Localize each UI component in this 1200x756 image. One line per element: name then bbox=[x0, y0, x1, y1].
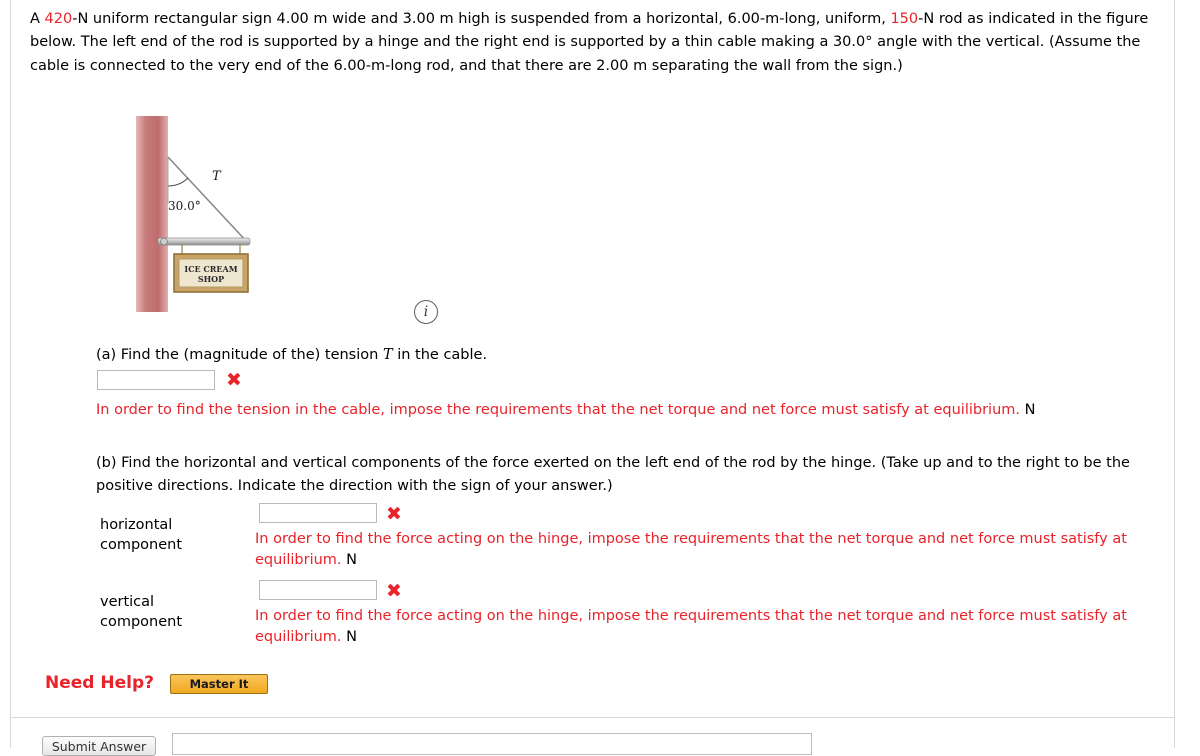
need-help-label: Need Help? bbox=[45, 673, 154, 693]
part-a-prompt-post: in the cable. bbox=[392, 347, 488, 363]
figure-sign-on-rod: ICE CREAM SHOP T 30.0° bbox=[100, 116, 480, 328]
problem-value-weight-rod: 150 bbox=[890, 11, 919, 27]
vertical-component-input[interactable] bbox=[259, 580, 377, 600]
horizontal-incorrect-icon: ✖ bbox=[386, 503, 402, 525]
problem-seg-0: A bbox=[30, 11, 45, 27]
horizontal-unit: N bbox=[346, 552, 357, 569]
hinge bbox=[160, 237, 168, 246]
horizontal-component-feedback: In order to find the force acting on the… bbox=[255, 529, 1155, 571]
part-a-feedback: In order to find the tension in the cabl… bbox=[96, 400, 1156, 421]
vertical-incorrect-icon: ✖ bbox=[386, 580, 402, 602]
master-it-button[interactable]: Master It bbox=[170, 674, 268, 694]
part-a-prompt-pre: (a) Find the (magnitude of the) tension bbox=[96, 347, 383, 363]
right-border-rule bbox=[1174, 0, 1175, 748]
part-a-prompt: (a) Find the (magnitude of the) tension … bbox=[96, 347, 487, 363]
sign-text-line1: ICE CREAM bbox=[184, 264, 237, 274]
problem-page: A 420-N uniform rectangular sign 4.00 m … bbox=[0, 0, 1200, 756]
part-a-answer-input[interactable] bbox=[97, 370, 215, 390]
tension-label: T bbox=[212, 169, 222, 184]
problem-statement: A 420-N uniform rectangular sign 4.00 m … bbox=[30, 8, 1162, 78]
vertical-feedback-text: In order to find the force acting on the… bbox=[255, 608, 1127, 646]
vertical-unit: N bbox=[346, 629, 357, 646]
left-border-rule bbox=[10, 0, 11, 748]
problem-value-weight-sign: 420 bbox=[44, 11, 73, 27]
part-a-feedback-text: In order to find the tension in the cabl… bbox=[96, 402, 1020, 418]
horizontal-component-label: horizontal component bbox=[100, 517, 183, 553]
bottom-text-field[interactable] bbox=[172, 733, 812, 755]
horizontal-component-input[interactable] bbox=[259, 503, 377, 523]
angle-label: 30.0° bbox=[168, 199, 201, 213]
sign-text-line2: SHOP bbox=[198, 274, 224, 284]
part-a-prompt-var: T bbox=[382, 347, 393, 363]
bottom-divider bbox=[10, 717, 1174, 718]
submit-answer-button[interactable]: Submit Answer bbox=[42, 736, 156, 756]
problem-seg-2: -N uniform rectangular sign 4.00 m wide … bbox=[72, 11, 891, 27]
info-icon[interactable]: i bbox=[414, 300, 438, 324]
horizontal-feedback-text: In order to find the force acting on the… bbox=[255, 531, 1127, 569]
part-b-prompt: (b) Find the horizontal and vertical com… bbox=[96, 455, 1130, 495]
part-a-incorrect-icon: ✖ bbox=[226, 369, 242, 391]
wall bbox=[136, 116, 168, 312]
vertical-component-feedback: In order to find the force acting on the… bbox=[255, 606, 1155, 648]
part-a-unit: N bbox=[1024, 402, 1036, 418]
vertical-component-label: vertical component bbox=[100, 594, 183, 630]
rod bbox=[157, 237, 251, 246]
